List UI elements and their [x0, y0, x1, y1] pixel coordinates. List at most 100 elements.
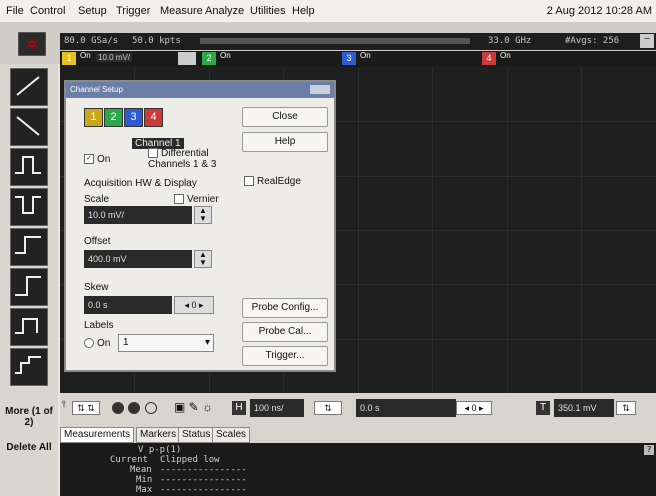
- acquisition-heading: Acquisition HW & Display: [84, 178, 197, 189]
- row-mean-label: Mean: [130, 465, 152, 475]
- dialog-close-icon[interactable]: [310, 85, 330, 94]
- scale-field[interactable]: 10.0 mV/: [84, 206, 192, 224]
- offset-field[interactable]: 400.0 mV: [84, 250, 192, 268]
- rising-ramp-icon[interactable]: [10, 68, 48, 106]
- time-scale-field[interactable]: 100 ns/: [250, 399, 304, 417]
- row-min-label: Min: [136, 475, 153, 485]
- realedge-checkbox[interactable]: RealEdge: [244, 176, 301, 187]
- offset-spin[interactable]: ▲ ▼: [194, 250, 212, 268]
- channel-1-on[interactable]: On: [80, 51, 91, 60]
- channel-setup-dialog: Channel Setup 1 2 3 4 Channel 1 ✓ On Diff…: [64, 80, 336, 372]
- labels-dropdown[interactable]: 1 ▾: [118, 334, 214, 352]
- row-min-value: ----------------: [160, 475, 247, 485]
- skew-field[interactable]: 0.0 s: [84, 296, 172, 314]
- row-current-label: Current: [110, 455, 148, 465]
- dialog-title: Channel Setup: [70, 85, 123, 94]
- row-mean-value: ----------------: [160, 465, 247, 475]
- edge-then-edge-icon[interactable]: [10, 348, 48, 386]
- channel-1-spin[interactable]: [178, 52, 196, 65]
- menu-file[interactable]: File: [6, 5, 24, 17]
- skew-label: Skew: [84, 282, 109, 293]
- horizontal-icon[interactable]: H: [232, 401, 246, 415]
- acquisition-status-bar: 80.0 GSa/s 50.0 kpts 33.0 GHz #Avgs: 256…: [60, 33, 656, 50]
- channel-1-scale[interactable]: 10.0 mV/: [96, 53, 133, 62]
- horizontal-spin-group[interactable]: ⇅ ⇅: [72, 401, 100, 415]
- channel-tab-1[interactable]: 1: [84, 108, 103, 127]
- menu-utilities[interactable]: Utilities: [250, 5, 285, 17]
- labels-on-radio[interactable]: On: [84, 338, 110, 349]
- help-icon[interactable]: ?: [644, 445, 654, 455]
- falling-ramp-icon[interactable]: [10, 108, 48, 146]
- channel-3-on[interactable]: On: [360, 51, 371, 60]
- scale-spin[interactable]: ▲ ▼: [194, 206, 212, 224]
- time-scale-spin[interactable]: ⇅: [314, 401, 342, 415]
- trigger-level-field[interactable]: 350.1 mV: [554, 399, 614, 417]
- chevron-down-icon: ▾: [204, 337, 210, 348]
- row-current-value: Clipped low: [160, 455, 220, 465]
- menu-analyze[interactable]: Analyze: [205, 5, 244, 17]
- trigger-marker-icon: ⫯: [62, 399, 66, 409]
- trigger-button[interactable]: Trigger...: [242, 346, 328, 366]
- vernier-checkbox[interactable]: Vernier: [174, 194, 219, 205]
- menu-measure[interactable]: Measure: [160, 5, 203, 17]
- left-tool-panel: More (1 of 2) Delete All: [0, 64, 58, 496]
- channel-tab-3[interactable]: 3: [124, 108, 143, 127]
- delay-spin[interactable]: ◂ 0 ▸: [456, 401, 492, 415]
- edge-icon[interactable]: [10, 268, 48, 306]
- channel-tab-2[interactable]: 2: [104, 108, 123, 127]
- step-icon[interactable]: [10, 308, 48, 346]
- menu-help[interactable]: Help: [292, 5, 315, 17]
- display-tools-icon[interactable]: ▣ ✎ ☼: [174, 400, 213, 414]
- delete-all-button[interactable]: Delete All: [0, 442, 58, 453]
- tab-markers[interactable]: Markers: [136, 427, 181, 443]
- minimize-icon[interactable]: –: [640, 34, 654, 48]
- bandwidth: 33.0 GHz: [488, 36, 532, 46]
- tab-status[interactable]: Status: [178, 427, 215, 443]
- menu-control[interactable]: Control: [30, 5, 65, 17]
- close-button[interactable]: Close: [242, 107, 328, 127]
- memory-depth: 50.0 kpts: [132, 36, 181, 46]
- dialog-title-bar[interactable]: Channel Setup: [66, 82, 334, 98]
- horizontal-control-bar: ⫯ ⇅ ⇅ ▣ ✎ ☼ H 100 ns/ ⇅ 0.0 s ◂ 0 ▸ T 35…: [60, 393, 656, 423]
- pulse-width-icon[interactable]: [10, 148, 48, 186]
- measurement-table: V p-p(1) Current Clipped low Mean ------…: [60, 443, 656, 496]
- sample-rate: 80.0 GSa/s: [64, 36, 119, 46]
- menu-setup[interactable]: Setup: [78, 5, 107, 17]
- tab-scales[interactable]: Scales: [212, 427, 251, 443]
- date-time: 2 Aug 2012 10:28 AM: [546, 5, 652, 17]
- menu-bar: File Control Setup Trigger Measure Analy…: [0, 0, 656, 22]
- run-stop-icon[interactable]: ✲: [18, 32, 46, 56]
- trigger-level-spin[interactable]: ⇅: [616, 401, 636, 415]
- channel-on-checkbox[interactable]: ✓ On: [84, 154, 110, 165]
- channel-bar: 1 On 10.0 mV/ 2 On 3 On 4 On: [60, 51, 656, 67]
- menu-trigger[interactable]: Trigger: [116, 5, 150, 17]
- measurement-header: V p-p(1): [138, 445, 182, 455]
- pulse-icon[interactable]: [10, 188, 48, 226]
- channel-1-button[interactable]: 1: [62, 52, 76, 65]
- channel-3-button[interactable]: 3: [342, 52, 356, 65]
- row-max-value: ----------------: [160, 485, 247, 495]
- trigger-level-icon[interactable]: T: [536, 401, 550, 415]
- delay-field[interactable]: 0.0 s: [356, 399, 456, 417]
- channel-2-button[interactable]: 2: [202, 52, 216, 65]
- more-button[interactable]: More (1 of 2): [0, 406, 58, 428]
- differential-checkbox[interactable]: Differential Channels 1 & 3: [148, 148, 234, 170]
- offset-label: Offset: [84, 236, 111, 247]
- row-max-label: Max: [136, 485, 153, 495]
- probe-config-button[interactable]: Probe Config...: [242, 298, 328, 318]
- labels-label: Labels: [84, 320, 114, 331]
- measurements-panel: Measurements Markers Status Scales V p-p…: [60, 423, 656, 496]
- probe-cal-button[interactable]: Probe Cal...: [242, 322, 328, 342]
- tab-measurements[interactable]: Measurements: [60, 427, 135, 443]
- channel-4-button[interactable]: 4: [482, 52, 496, 65]
- help-button[interactable]: Help: [242, 132, 328, 152]
- channel-4-on[interactable]: On: [500, 51, 511, 60]
- averages-count: #Avgs: 256: [565, 36, 620, 46]
- channel-tab-4[interactable]: 4: [144, 108, 163, 127]
- acq-mode-icons[interactable]: [112, 401, 164, 415]
- transition-icon[interactable]: [10, 228, 48, 266]
- skew-spin[interactable]: ◂ 0 ▸: [174, 296, 214, 314]
- channel-2-on[interactable]: On: [220, 51, 231, 60]
- scale-label: Scale: [84, 194, 110, 205]
- memory-bar: [200, 38, 470, 44]
